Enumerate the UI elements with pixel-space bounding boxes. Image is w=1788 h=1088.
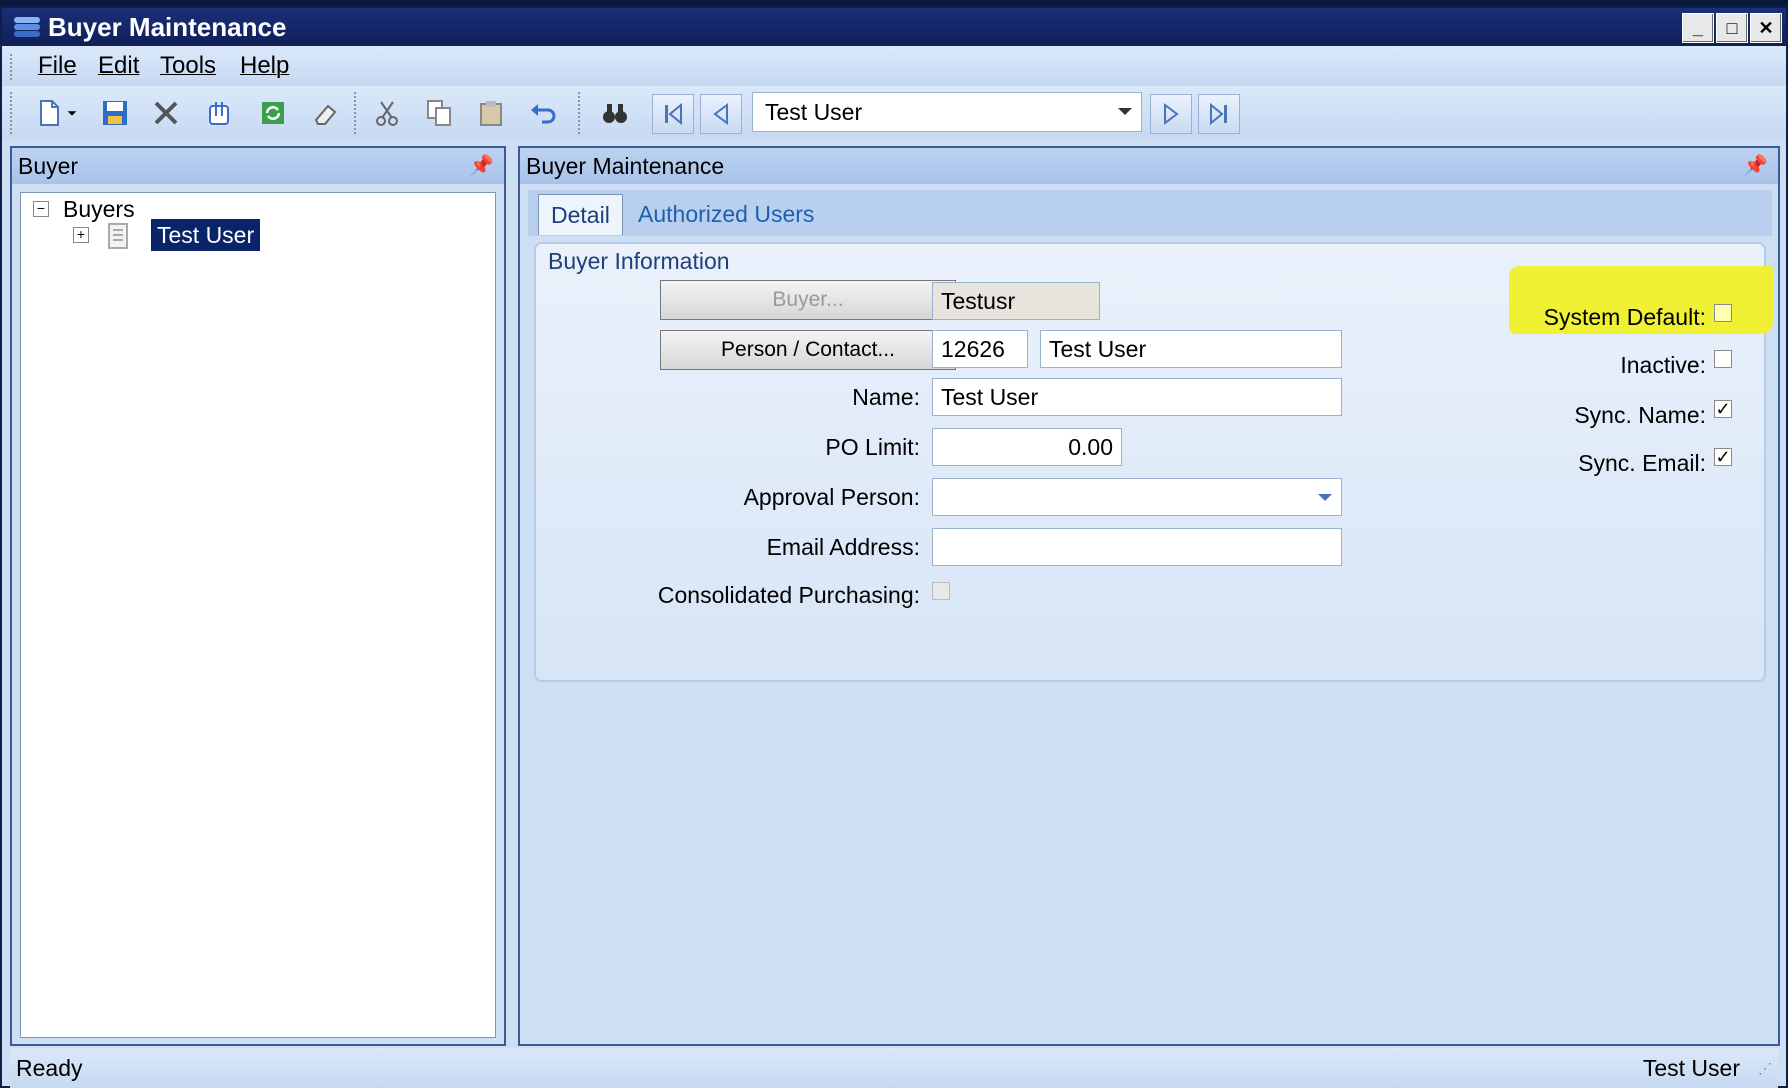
person-contact-button[interactable]: Person / Contact... (660, 330, 956, 370)
status-user: Test User (1642, 1055, 1740, 1081)
title-bar[interactable]: Buyer Maintenance _ □ ✕ (2, 8, 1786, 46)
tab-strip: Detail Authorized Users (528, 190, 1772, 236)
buyer-code-field: Testusr (932, 282, 1100, 320)
system-default-label: System Default: (1543, 304, 1706, 330)
buyer-tree-pane: Buyer 📌 − Buyers + Test User (10, 146, 506, 1046)
resize-grip-icon[interactable]: ⋰ (1758, 1048, 1772, 1088)
group-title: Buyer Information (548, 248, 730, 274)
window-title: Buyer Maintenance (48, 12, 287, 42)
toolbar-separator (354, 92, 360, 134)
app-window: Buyer Maintenance _ □ ✕ File Edit Tools … (0, 6, 1788, 1088)
dropdown-arrow-icon[interactable] (64, 94, 80, 132)
expand-icon[interactable]: + (73, 227, 89, 243)
record-book-icon (108, 223, 128, 249)
toolbar-grip (10, 92, 16, 134)
new-doc-icon[interactable] (30, 94, 68, 132)
approval-person-label: Approval Person: (743, 484, 920, 510)
previous-record-icon[interactable] (700, 94, 742, 134)
buyer-button[interactable]: Buyer... (660, 280, 956, 320)
menu-edit[interactable]: Edit (98, 52, 139, 80)
find-icon[interactable] (596, 94, 634, 132)
pin-icon[interactable]: 📌 (469, 148, 494, 184)
buyer-tree[interactable]: − Buyers + Test User (20, 192, 496, 1038)
sync-email-checkbox[interactable]: ✓ (1714, 448, 1732, 466)
record-selector-value: Test User (765, 99, 863, 125)
first-record-icon[interactable] (652, 94, 694, 134)
tree-node-buyers[interactable]: Buyers (63, 196, 135, 223)
collapse-icon[interactable]: − (33, 201, 49, 217)
status-text: Ready (16, 1055, 83, 1081)
refresh-icon[interactable] (254, 94, 292, 132)
sync-email-label: Sync. Email: (1578, 450, 1706, 476)
save-icon[interactable] (96, 94, 134, 132)
toolbar-separator (578, 92, 584, 134)
next-record-icon[interactable] (1150, 94, 1192, 134)
paste-icon[interactable] (472, 94, 510, 132)
copy-icon[interactable] (420, 94, 458, 132)
menu-tools[interactable]: Tools (160, 52, 216, 80)
menu-bar: File Edit Tools Help (2, 46, 1786, 86)
tab-authorized-users[interactable]: Authorized Users (626, 194, 826, 234)
inactive-checkbox[interactable] (1714, 350, 1732, 368)
status-bar: Ready Test User ⋰ (10, 1048, 1778, 1088)
consolidated-purchasing-label: Consolidated Purchasing: (657, 582, 920, 608)
buyer-pane-title: Buyer (18, 153, 79, 179)
menu-grip (10, 54, 16, 80)
chevron-down-icon[interactable] (1109, 93, 1141, 131)
person-id-field[interactable]: 12626 (932, 330, 1028, 368)
sync-name-label: Sync. Name: (1574, 402, 1706, 428)
maintenance-pane-header: Buyer Maintenance 📌 (520, 148, 1778, 184)
chevron-down-icon[interactable] (1317, 493, 1333, 503)
maximize-button[interactable]: □ (1716, 13, 1748, 43)
toolbar: Test User (2, 86, 1786, 140)
tab-detail[interactable]: Detail (538, 194, 623, 235)
minimize-button[interactable]: _ (1682, 13, 1714, 43)
name-field[interactable]: Test User (932, 378, 1342, 416)
maintenance-pane-title: Buyer Maintenance (526, 153, 725, 179)
name-label: Name: (852, 384, 920, 410)
system-default-checkbox[interactable] (1714, 304, 1732, 322)
attach-icon[interactable] (200, 94, 238, 132)
buyer-pane-header: Buyer 📌 (12, 148, 504, 184)
cut-icon[interactable] (368, 94, 406, 132)
pin-icon[interactable]: 📌 (1743, 148, 1768, 184)
person-name-field[interactable]: Test User (1040, 330, 1342, 368)
po-limit-label: PO Limit: (825, 434, 920, 460)
po-limit-field[interactable]: 0.00 (932, 428, 1122, 466)
sync-name-checkbox[interactable]: ✓ (1714, 400, 1732, 418)
email-field[interactable] (932, 528, 1342, 566)
record-selector[interactable]: Test User (752, 92, 1142, 132)
close-button[interactable]: ✕ (1750, 13, 1782, 43)
inactive-label: Inactive: (1620, 352, 1706, 378)
app-icon (14, 17, 40, 37)
undo-icon[interactable] (524, 94, 562, 132)
approval-person-select[interactable] (932, 478, 1342, 516)
erase-icon[interactable] (306, 94, 344, 132)
consolidated-purchasing-checkbox[interactable] (932, 582, 950, 600)
last-record-icon[interactable] (1198, 94, 1240, 134)
menu-file[interactable]: File (38, 52, 77, 80)
delete-icon[interactable] (147, 94, 185, 132)
tree-node-test-user[interactable]: Test User (151, 219, 261, 251)
email-label: Email Address: (766, 534, 920, 560)
menu-help[interactable]: Help (240, 52, 289, 80)
